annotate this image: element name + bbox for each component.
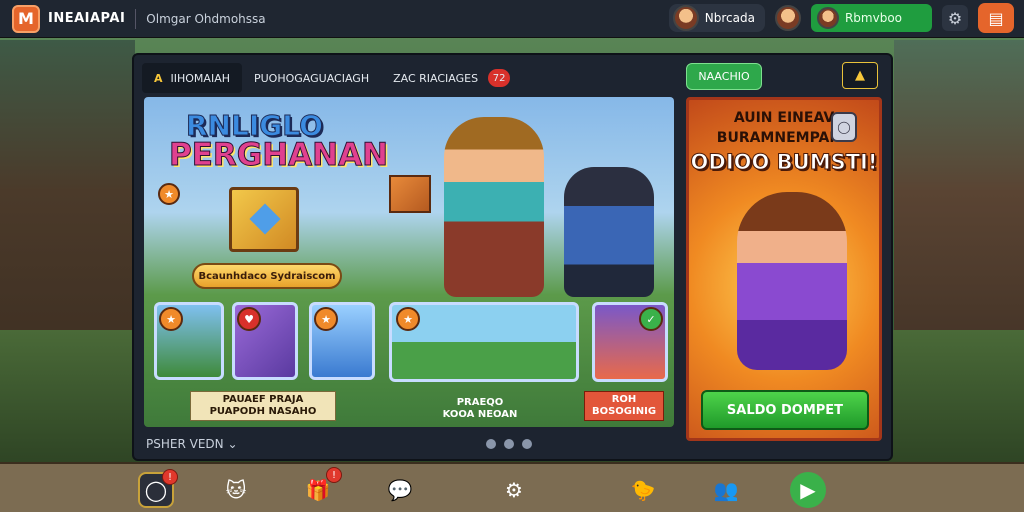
cowboy-character-image <box>737 192 847 370</box>
topbar-divider <box>135 8 137 29</box>
expand-icon[interactable]: ▲ <box>842 62 878 89</box>
gear-icon[interactable]: ⚙ <box>942 5 968 31</box>
currency-label: Rbmvboo <box>844 11 902 25</box>
tile-label-1: PAUAEF PRAJA PUAPODH NASAHO <box>190 391 336 421</box>
hero-banner[interactable]: RNLIGLO PERGHANAN ★ Bcaunhdaco Sydraisco… <box>144 97 674 427</box>
new-button[interactable]: NAACHIO <box>686 63 762 90</box>
app-logo-icon[interactable]: M <box>12 4 40 33</box>
tile-1-badge-icon: ★ <box>159 307 183 331</box>
promo-card[interactable]: AUIN EINEAV BURAMNEMPANS ODIOO BUMSTI! ◯… <box>686 97 882 441</box>
menu-icon[interactable]: ▤ <box>978 3 1014 33</box>
game-tile-2[interactable]: ♥ <box>232 302 298 380</box>
settings-gear-icon[interactable]: ⚙ <box>496 472 532 508</box>
tab-collection[interactable]: PUOHOGAGUACIAGH <box>242 63 381 93</box>
tab-races[interactable]: ZAC RIACIAGES 72 <box>381 63 522 93</box>
bottom-dock: ◯ ! 🐱 🎁 ! 💬 ⚙ 🐤 👥 ▶ <box>0 462 1024 512</box>
game-tile-4[interactable]: ★ <box>389 302 579 382</box>
app-subtitle: Olmgar Ohdmohssa <box>146 11 266 26</box>
pagination-dots <box>486 439 532 449</box>
shield-icon: ◯ <box>831 112 857 142</box>
tile-3-badge-icon: ★ <box>314 307 338 331</box>
main-panel: A IIHOMAIAH PUOHOGAGUACIAGH ZAC RIACIAGE… <box>132 53 893 461</box>
user-profile-chip[interactable]: Nbrcada <box>668 4 765 32</box>
chevron-down-icon: ⌄ <box>227 437 238 451</box>
shield-home-icon[interactable]: ◯ ! <box>138 469 178 508</box>
pet-icon[interactable]: 🐱 <box>218 472 254 508</box>
tab-collection-label: PUOHOGAGUACIAGH <box>254 71 370 85</box>
dock-badge: ! <box>326 467 342 483</box>
currency-avatar <box>816 7 839 29</box>
pagination-dot[interactable] <box>504 439 514 449</box>
home-tab-icon: A <box>154 71 163 85</box>
currency-chip[interactable]: Rbmvboo <box>810 4 932 32</box>
game-tile-5[interactable]: ✓ <box>592 302 668 382</box>
tab-home[interactable]: A IIHOMAIAH <box>142 63 242 93</box>
game-tile-1[interactable]: ★ <box>154 302 224 380</box>
tile-5-badge-icon: ✓ <box>639 307 663 331</box>
tile-label-3: ROH BOSOGINIG <box>584 391 664 421</box>
tab-bar: A IIHOMAIAH PUOHOGAGUACIAGH ZAC RIACIAGE… <box>142 63 522 93</box>
robot-character-image <box>564 167 654 297</box>
hero-badge-icon: ★ <box>158 183 180 205</box>
treasure-crate-image <box>229 187 299 252</box>
block-image <box>389 175 431 213</box>
tile-4-badge-icon: ★ <box>396 307 420 331</box>
tab-home-label: IIHOMAIAH <box>170 71 230 85</box>
user-name: Nbrcada <box>704 11 755 25</box>
wallet-balance-button[interactable]: SALDO DOMPET <box>701 390 869 430</box>
hero-character-image <box>444 117 544 297</box>
friends-icon[interactable]: 👥 <box>708 472 744 508</box>
friend-avatar[interactable] <box>774 5 801 31</box>
user-avatar <box>672 5 699 31</box>
pagination-dot[interactable] <box>522 439 532 449</box>
play-icon[interactable]: ▶ <box>790 472 826 508</box>
tile-2-badge-icon: ♥ <box>237 307 261 331</box>
gift-icon[interactable]: 🎁 ! <box>300 467 342 508</box>
game-tile-3[interactable]: ★ <box>309 302 375 380</box>
tab-races-label: ZAC RIACIAGES <box>393 71 479 85</box>
dock-badge: ! <box>162 469 178 485</box>
chat-icon[interactable]: 💬 <box>382 472 418 508</box>
pagination-dot[interactable] <box>486 439 496 449</box>
hero-title-line2: PERGHANAN <box>168 137 389 174</box>
top-bar: M INEAIAPAI Olmgar Ohdmohssa Nbrcada Rbm… <box>0 0 1024 38</box>
topbar-right-group: Nbrcada Rbmvboo ⚙ ▤ <box>668 3 1014 33</box>
hero-cta-button[interactable]: Bcaunhdaco Sydraiscom <box>192 263 342 289</box>
footer-label-text: PSHER VEDN <box>146 437 224 451</box>
panel-footer-label[interactable]: PSHER VEDN ⌄ <box>146 437 238 451</box>
companion-icon[interactable]: 🐤 <box>625 472 661 508</box>
tile-label-2: PRAEQO KOOA NEOAN <box>442 397 518 420</box>
tab-badge: 72 <box>488 69 511 87</box>
promo-line3: ODIOO BUMSTI! <box>690 150 878 175</box>
app-name: INEAIAPAI <box>48 11 126 26</box>
